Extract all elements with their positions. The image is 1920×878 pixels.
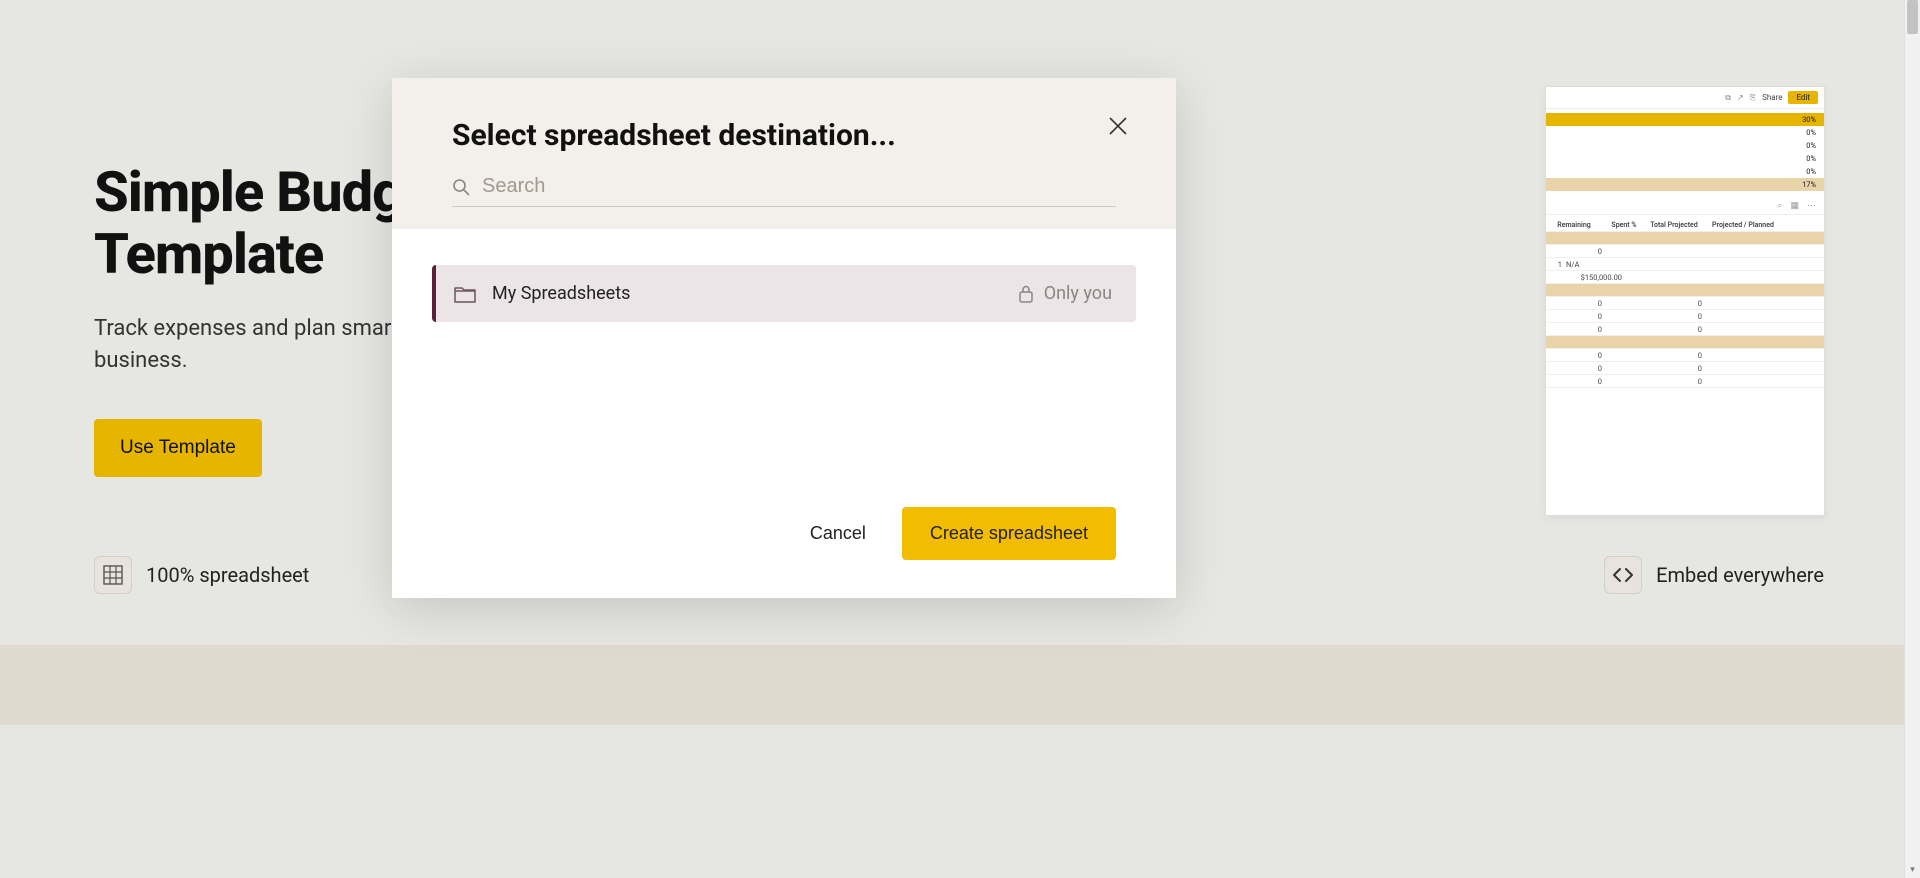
modal-header: Select spreadsheet destination... xyxy=(392,78,1176,229)
modal-title: Select spreadsheet destination... xyxy=(452,118,1116,153)
preview-icon: ⋯ xyxy=(1807,201,1816,211)
destination-privacy-label: Only you xyxy=(1044,283,1112,304)
create-spreadsheet-button[interactable]: Create spreadsheet xyxy=(902,507,1116,560)
search-wrap xyxy=(452,175,1116,207)
preview-share-label: Share xyxy=(1762,93,1782,102)
folder-icon xyxy=(454,285,476,303)
destination-name: My Spreadsheets xyxy=(492,283,1002,304)
scrollbar-thumb[interactable] xyxy=(1907,0,1918,34)
feature-right: Embed everywhere xyxy=(1604,556,1824,594)
preview-row: 00 xyxy=(1546,349,1824,362)
scrollbar-down-arrow[interactable]: ▾ xyxy=(1905,862,1920,878)
preview-pct-row: 0% xyxy=(1546,165,1824,178)
preview-icon: ⧉ xyxy=(1725,93,1731,103)
preview-icon: ▦ xyxy=(1790,201,1799,211)
preview-pct-row: 17% xyxy=(1546,178,1824,191)
preview-row: 00 xyxy=(1546,362,1824,375)
preview-pct-row: 0% xyxy=(1546,126,1824,139)
lock-icon xyxy=(1018,285,1034,303)
use-template-button[interactable]: Use Template xyxy=(94,419,262,477)
preview-table: Remaining Spent % Total Projected Projec… xyxy=(1546,215,1824,392)
preview-header: Spent % xyxy=(1606,221,1646,229)
feature-left: 100% spreadsheet xyxy=(94,556,309,594)
preview-row: 00 xyxy=(1546,297,1824,310)
cancel-button[interactable]: Cancel xyxy=(810,523,866,544)
preview-icon: ⎘ xyxy=(1750,93,1756,103)
close-button[interactable] xyxy=(1108,116,1132,140)
preview-header: Total Projected xyxy=(1646,221,1706,229)
preview-header: Remaining xyxy=(1546,221,1606,229)
page-background: Simple Budget Template Track expenses an… xyxy=(0,0,1920,878)
destination-item-my-spreadsheets[interactable]: My Spreadsheets Only you xyxy=(432,265,1136,322)
spreadsheet-icon xyxy=(94,556,132,594)
modal-body: My Spreadsheets Only you xyxy=(392,229,1176,322)
preview-row: 00 xyxy=(1546,375,1824,388)
preview-row: 1 N/A xyxy=(1546,258,1824,271)
preview-header-row: Remaining Spent % Total Projected Projec… xyxy=(1546,219,1824,232)
preview-icon: ⌕ xyxy=(1777,201,1782,211)
spreadsheet-preview: ⧉ ↗ ⎘ Share Edit 30% 0% 0% 0% 0% 17% ⌕ ▦… xyxy=(1545,86,1825,516)
destination-privacy: Only you xyxy=(1018,283,1112,304)
preview-pct-column: 30% 0% 0% 0% 0% 17% xyxy=(1546,113,1824,191)
preview-row: $150,000.00 xyxy=(1546,271,1824,284)
search-icon xyxy=(452,178,470,196)
hero-title-line2: Template xyxy=(94,221,323,287)
preview-row xyxy=(1546,232,1824,245)
bottom-band xyxy=(0,645,1920,725)
vertical-scrollbar[interactable]: ▾ xyxy=(1904,0,1920,878)
preview-row: 0 xyxy=(1546,245,1824,258)
preview-row: 00 xyxy=(1546,310,1824,323)
preview-pct-row: 0% xyxy=(1546,152,1824,165)
preview-pct-row: 0% xyxy=(1546,139,1824,152)
destination-modal: Select spreadsheet destination... My Spr… xyxy=(392,78,1176,598)
preview-edit-button: Edit xyxy=(1788,91,1818,104)
feature-left-label: 100% spreadsheet xyxy=(146,563,309,587)
preview-row xyxy=(1546,336,1824,349)
preview-mid-toolbar: ⌕ ▦ ⋯ xyxy=(1546,197,1824,215)
feature-right-label: Embed everywhere xyxy=(1656,563,1824,587)
preview-pct-row: 30% xyxy=(1546,113,1824,126)
preview-row: 00 xyxy=(1546,323,1824,336)
preview-row xyxy=(1546,284,1824,297)
modal-footer: Cancel Create spreadsheet xyxy=(392,477,1176,598)
preview-toolbar: ⧉ ↗ ⎘ Share Edit xyxy=(1546,87,1824,109)
preview-header: Projected / Planned xyxy=(1706,221,1784,229)
embed-icon xyxy=(1604,556,1642,594)
search-input[interactable] xyxy=(482,175,1116,198)
preview-icon: ↗ xyxy=(1737,93,1744,102)
